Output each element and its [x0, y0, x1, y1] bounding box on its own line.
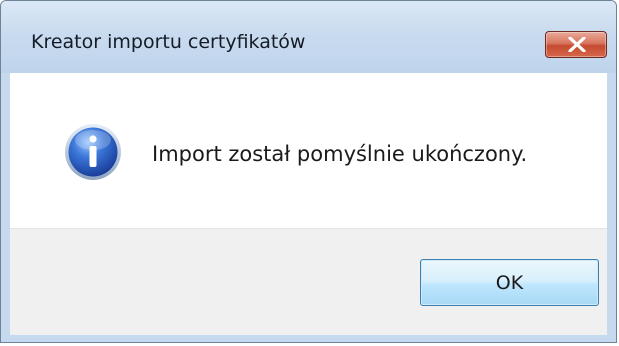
- dialog-window: Kreator importu certyfikatów Import zost…: [0, 0, 617, 343]
- close-button[interactable]: [545, 31, 607, 58]
- button-bar: OK: [10, 228, 607, 335]
- close-icon: [568, 37, 586, 52]
- info-icon: [65, 124, 121, 180]
- window-title: Kreator importu certyfikatów: [31, 31, 306, 53]
- message-area: Import został pomyślnie ukończony.: [10, 73, 607, 228]
- message-text: Import został pomyślnie ukończony.: [152, 142, 528, 166]
- window-bottom-frame: [1, 335, 616, 342]
- ok-button[interactable]: OK: [420, 259, 599, 306]
- title-bar[interactable]: Kreator importu certyfikatów: [1, 1, 616, 73]
